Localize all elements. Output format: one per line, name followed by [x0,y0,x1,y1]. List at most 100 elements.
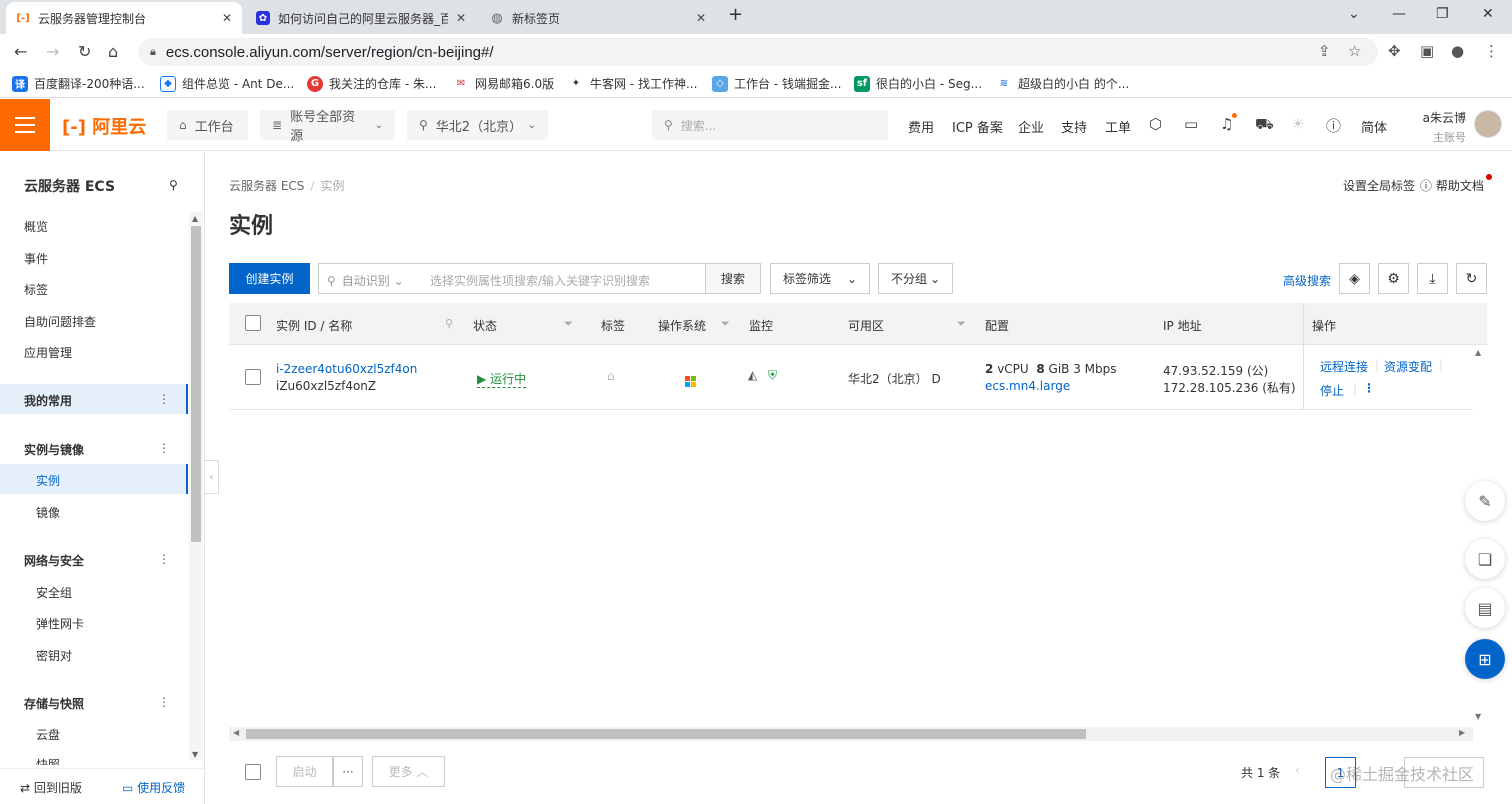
stop-link[interactable]: 停止 [1320,382,1344,399]
download-icon[interactable]: ⤓ [1417,263,1448,294]
region-select[interactable]: ⚲ 华北2（北京） ⌄ [407,110,548,140]
sidebar-item-tags[interactable]: 标签 [24,281,48,298]
footer-select-checkbox[interactable] [245,764,261,780]
breadcrumb-ecs[interactable]: 云服务器 ECS [229,179,304,193]
extensions-icon[interactable]: ✥ [1388,42,1401,60]
scroll-up-icon[interactable]: ▲ [1475,348,1481,357]
language-switch[interactable]: 简体 [1361,117,1387,136]
cart-icon[interactable]: ⛟ [1255,115,1274,135]
more-icon[interactable]: ⋮ [158,392,170,406]
enterprise-link[interactable]: 企业 [1018,117,1044,136]
scroll-down-icon[interactable]: ▼ [192,750,198,759]
filter-icon[interactable]: ⏷ [721,317,730,331]
scrollbar-thumb[interactable] [246,729,1086,739]
instance-id-link[interactable]: i-2zeer4otu60xzl5zf4on [276,362,417,376]
minimize-icon[interactable]: — [1392,6,1406,22]
sidebar-item-overview[interactable]: 概览 [24,218,48,235]
sidebar-collapse-handle[interactable]: ‹ [205,460,219,494]
browser-tab-baidu[interactable]: ✿ 如何访问自己的阿里云服务器_百 ✕ [246,2,476,34]
profile-icon[interactable]: ● [1451,42,1464,60]
browser-tab-newtab[interactable]: ◍ 新标签页 ✕ [480,2,716,34]
help-icon[interactable]: ⓘ [1326,115,1341,136]
sidebar-item-troubleshoot[interactable]: 自助问题排查 [24,313,96,330]
search-button[interactable]: 搜索 [705,263,761,294]
sidebar-item-eni[interactable]: 弹性网卡 [36,615,84,632]
share-icon[interactable]: ⇪ [1318,42,1331,60]
scroll-right-icon[interactable]: ▶ [1459,728,1465,737]
filter-icon[interactable]: ⏷ [957,317,966,331]
more-icon[interactable]: ⋮ [158,695,170,709]
sidebar-group-instances[interactable]: 实例与镜像 [24,441,84,458]
api-icon[interactable]: ⬡ [1149,115,1162,133]
forward-icon[interactable]: → [46,42,59,61]
bookmark-item[interactable]: ✉ 网易邮箱6.0版 [453,75,554,92]
home-icon[interactable]: ⌂ [108,42,118,61]
bookmark-item[interactable]: 译百度翻译-200种语... [12,75,145,92]
terminal-icon[interactable]: ▭ [1184,115,1198,133]
help-doc-link[interactable]: ⓘ 帮助文档 [1420,177,1484,194]
select-all-checkbox[interactable] [245,315,261,331]
table-horizontal-scrollbar[interactable]: ◀ ▶ [229,727,1473,741]
resize-link[interactable]: 资源变配 [1384,358,1432,375]
refresh-icon[interactable]: ↻ [1456,263,1487,294]
resource-group-select[interactable]: ≣ 账号全部资源 ⌄ [260,110,395,144]
avatar[interactable] [1474,110,1502,138]
instance-type-link[interactable]: ecs.mn4.large [985,379,1070,393]
monitor-chart-icon[interactable]: ◭ [748,368,757,382]
book-icon[interactable]: ❏ [1465,539,1505,579]
more-actions-icon[interactable]: ⋮ [1363,381,1375,395]
sidebar-item-instance-row[interactable] [0,464,188,494]
workbench-button[interactable]: ⌂ 工作台 [167,110,248,140]
address-bar[interactable]: 🔒︎ ecs.console.aliyun.com/server/region/… [138,38,1378,66]
layers-icon[interactable]: ◈ [1339,263,1370,294]
aliyun-logo[interactable]: [-] 阿里云 [62,113,146,139]
shield-icon[interactable]: ⛨ [768,368,777,383]
gear-icon[interactable]: ⚙ [1378,263,1409,294]
global-tag-link[interactable]: 设置全局标签 [1343,177,1415,194]
global-search-input[interactable]: ⚲ 搜索... [652,110,888,140]
tag-filter-select[interactable]: 标签筛选 ⌄ [770,263,870,294]
sidebar-item-apps[interactable]: 应用管理 [24,344,72,361]
sidebar-item-security-group[interactable]: 安全组 [36,584,72,601]
user-menu[interactable]: a朱云博 主账号 [1422,109,1466,145]
more-icon[interactable]: ⋮ [158,441,170,455]
remote-connect-link[interactable]: 远程连接 [1320,358,1368,375]
sidebar-item-keypair[interactable]: 密钥对 [36,647,72,664]
feedback-link[interactable]: ▭ 使用反馈 [122,779,185,796]
reload-icon[interactable]: ↻ [78,42,91,61]
scroll-down-icon[interactable]: ▼ [1475,712,1481,721]
bookmark-item[interactable]: sf 很白的小白 - Seg... [854,75,982,92]
more-actions-button[interactable]: 更多 ︿ [372,756,445,787]
support-link[interactable]: 支持 [1061,117,1087,136]
close-icon[interactable]: ✕ [696,11,706,25]
close-icon[interactable]: ✕ [456,11,466,25]
bell-icon[interactable]: ♫ [1220,115,1233,133]
apps-icon[interactable]: ⊞ [1465,639,1505,679]
menu-button[interactable] [0,99,50,151]
billing-link[interactable]: 费用 [908,117,934,136]
close-icon[interactable]: ✕ [222,11,232,25]
sidebar-scrollbar-thumb[interactable] [191,226,201,542]
sidebar-item-disk[interactable]: 云盘 [36,726,60,743]
bookmark-item[interactable]: G 我关注的仓库 - 朱... [307,75,436,92]
row-checkbox[interactable] [245,369,261,385]
new-tab-button[interactable]: + [728,4,743,25]
bookmark-item[interactable]: ≋ 超级白的小白 的个... [996,75,1129,92]
scroll-left-icon[interactable]: ◀ [233,728,239,737]
tag-icon[interactable]: ⌂ [607,369,615,383]
search-icon[interactable]: ⚲ [169,178,178,192]
sidepanel-icon[interactable]: ▣ [1420,42,1434,60]
edit-icon[interactable]: ✎ [1465,481,1505,521]
sidebar-item-events[interactable]: 事件 [24,250,48,267]
more-icon[interactable]: ⋮ [158,552,170,566]
back-old-version-link[interactable]: ⇄ 回到旧版 [20,779,82,796]
advanced-search-link[interactable]: 高级搜索 [1283,272,1331,289]
icp-link[interactable]: ICP 备案 [952,117,1003,136]
start-button[interactable]: 启动 [276,756,333,787]
filter-icon[interactable]: ⏷ [564,317,573,331]
window-close-icon[interactable]: ✕ [1482,6,1494,22]
sidebar-item-image[interactable]: 镜像 [36,504,60,521]
scroll-up-icon[interactable]: ▲ [192,214,198,223]
search-mode-select[interactable]: ⚲ 自动识别 ⌄ [327,272,404,289]
search-input[interactable]: 选择实例属性项搜索/输入关键字识别搜索 [430,272,650,289]
